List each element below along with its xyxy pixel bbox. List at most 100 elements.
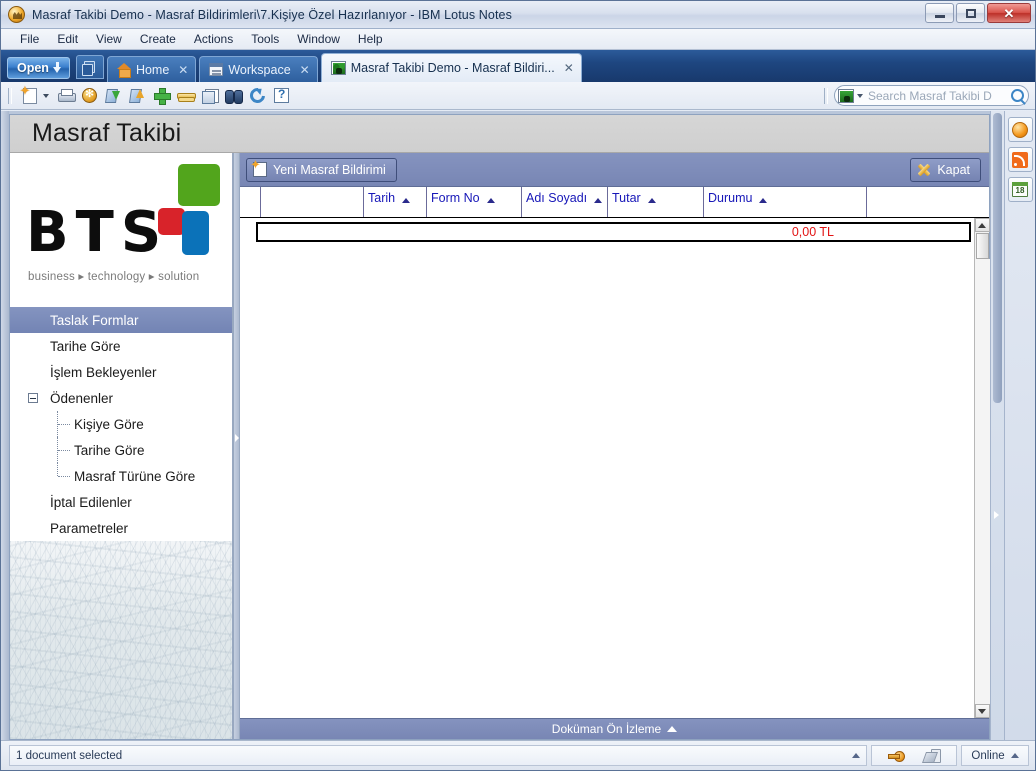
add-button[interactable]: [150, 85, 173, 107]
column-header-durumu[interactable]: Durumu: [704, 187, 867, 217]
workspace: Masraf Takibi BTS business ▸ technology …: [1, 111, 1035, 740]
sort-ascending-icon[interactable]: [402, 198, 411, 203]
scroll-down-button[interactable]: [974, 704, 990, 718]
plus-icon: [154, 88, 171, 105]
bookmark-button[interactable]: [174, 85, 197, 107]
column-header-trailing[interactable]: [867, 187, 989, 217]
search-box[interactable]: [834, 85, 1029, 106]
status-expand-icon[interactable]: [852, 753, 860, 758]
column-header-blank[interactable]: [261, 187, 364, 217]
binoculars-icon: [225, 89, 243, 104]
stop-button[interactable]: [78, 85, 101, 107]
menu-tools[interactable]: Tools: [242, 30, 288, 48]
scrollbar-arrow-icon[interactable]: [994, 511, 999, 519]
online-label: Online: [971, 749, 1005, 762]
open-button[interactable]: Open: [7, 57, 70, 79]
menu-view[interactable]: View: [87, 30, 131, 48]
sort-ascending-icon[interactable]: [759, 198, 768, 203]
new-document-button[interactable]: [18, 83, 41, 107]
calendar-grid-icon: [209, 63, 224, 76]
magnifier-icon[interactable]: [1011, 89, 1024, 102]
collapse-twisty-icon[interactable]: [28, 393, 38, 403]
nav-item-parametreler[interactable]: Parametreler: [10, 515, 232, 541]
nav-item-odenenler[interactable]: Ödenenler: [10, 385, 232, 411]
calendar-button[interactable]: 18: [1007, 177, 1033, 202]
tab-masraf-takibi-demo-close-icon[interactable]: ✕: [564, 61, 574, 75]
chevron-down-icon[interactable]: [857, 93, 863, 98]
status-message-cell[interactable]: 1 document selected: [9, 745, 867, 766]
search-input[interactable]: [866, 87, 1008, 104]
menu-create[interactable]: Create: [131, 30, 185, 48]
nav-item-masraf-turune-gore[interactable]: Masraf Türüne Göre: [10, 463, 232, 489]
toolbar-grip[interactable]: [8, 87, 12, 104]
scrollbar-thumb[interactable]: [975, 233, 989, 259]
printer-icon: [57, 89, 76, 102]
scrollbar-track[interactable]: [974, 259, 990, 704]
new-document-icon: [250, 157, 267, 177]
nav-item-tarihe-gore[interactable]: Tarihe Göre: [10, 333, 232, 359]
minimize-button[interactable]: [925, 3, 954, 23]
tab-masraf-takibi-demo[interactable]: Masraf Takibi Demo - Masraf Bildiri... ✕: [320, 53, 582, 82]
column-header-label: Tarih: [368, 191, 396, 205]
menu-edit[interactable]: Edit: [48, 30, 87, 48]
tab-workspace-close-icon[interactable]: ✕: [300, 63, 310, 77]
chevron-down-icon[interactable]: [43, 93, 49, 98]
outer-vertical-scrollbar[interactable]: [990, 111, 1004, 740]
menu-window[interactable]: Window: [288, 30, 349, 48]
scrollbar-thumb[interactable]: [993, 113, 1002, 403]
table-row[interactable]: 0,00 TL: [256, 222, 971, 242]
close-icon: ✕: [1003, 5, 1015, 21]
move-up-button[interactable]: [126, 85, 149, 107]
tab-workspace[interactable]: Workspace ✕: [199, 56, 318, 82]
database-content: Masraf Takibi BTS business ▸ technology …: [9, 114, 990, 740]
nav-item-kisiye-gore[interactable]: Kişiye Göre: [10, 411, 232, 437]
menu-file[interactable]: File: [11, 30, 48, 48]
move-down-button[interactable]: [102, 85, 125, 107]
bts-logo: BTS business ▸ technology ▸ solution: [10, 153, 232, 305]
menu-bar: File Edit View Create Actions Tools Wind…: [1, 29, 1035, 50]
maximize-button[interactable]: [956, 3, 985, 23]
scroll-up-button[interactable]: [974, 218, 990, 232]
sort-ascending-icon[interactable]: [486, 198, 495, 203]
search-grip[interactable]: [824, 87, 828, 104]
navigator-background-texture: [10, 541, 232, 739]
kapat-button[interactable]: Kapat: [910, 157, 981, 182]
tab-home[interactable]: Home ✕: [106, 56, 197, 82]
nav-item-tarihe-gore-child[interactable]: Tarihe Göre: [10, 437, 232, 463]
sort-ascending-icon[interactable]: [594, 198, 603, 203]
pane-splitter[interactable]: [233, 153, 240, 739]
window-switcher-button[interactable]: [75, 55, 104, 79]
find-button[interactable]: [222, 85, 245, 107]
column-header-tarih[interactable]: Tarih: [364, 187, 427, 217]
nav-item-islem-bekleyenler[interactable]: İşlem Bekleyenler: [10, 359, 232, 385]
day-at-a-glance-icon: [1012, 121, 1028, 138]
column-header-form-no[interactable]: Form No: [427, 187, 522, 217]
tab-home-close-icon[interactable]: ✕: [178, 63, 188, 77]
rss-feeds-button[interactable]: [1007, 147, 1033, 172]
left-rail: [1, 111, 9, 740]
nav-item-taslak-formlar[interactable]: Taslak Formlar: [10, 307, 232, 333]
sort-ascending-icon[interactable]: [647, 198, 656, 203]
key-icon[interactable]: [887, 751, 905, 762]
column-header-icon[interactable]: [240, 187, 261, 217]
menu-help[interactable]: Help: [349, 30, 392, 48]
splitter-arrow-icon[interactable]: [235, 434, 239, 442]
refresh-button[interactable]: [246, 84, 269, 107]
close-button[interactable]: ✕: [987, 3, 1031, 23]
document-preview-bar[interactable]: Doküman Ön İzleme: [240, 718, 989, 739]
view-vertical-scrollbar[interactable]: [974, 218, 990, 718]
menu-actions[interactable]: Actions: [185, 30, 242, 48]
day-at-a-glance-button[interactable]: [1007, 117, 1033, 142]
print-button[interactable]: [54, 85, 77, 107]
lotus-notes-icon: [8, 6, 25, 23]
lock-icon[interactable]: [924, 749, 942, 763]
copy-button[interactable]: [198, 85, 221, 107]
column-header-adi-soyadi[interactable]: Adı Soyadı: [522, 187, 608, 217]
nav-item-iptal-edilenler[interactable]: İptal Edilenler: [10, 489, 232, 515]
help-button[interactable]: [270, 85, 293, 107]
column-header-tutar[interactable]: Tutar: [608, 187, 704, 217]
yeni-masraf-bildirimi-button[interactable]: Yeni Masraf Bildirimi: [246, 157, 397, 182]
view-column-header: Tarih Form No Adı Soyadı Tutar Durumu: [240, 187, 989, 218]
online-expand-icon[interactable]: [1010, 753, 1019, 758]
status-online-cell[interactable]: Online: [961, 745, 1029, 766]
